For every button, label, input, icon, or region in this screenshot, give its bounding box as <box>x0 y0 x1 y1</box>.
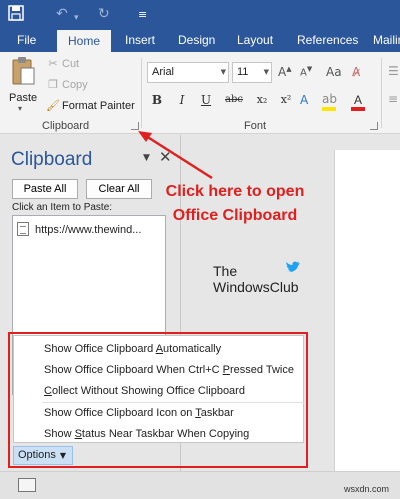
annotation-arrow <box>138 131 213 180</box>
annotation-text: Click here to open Office Clipboard <box>165 183 305 224</box>
